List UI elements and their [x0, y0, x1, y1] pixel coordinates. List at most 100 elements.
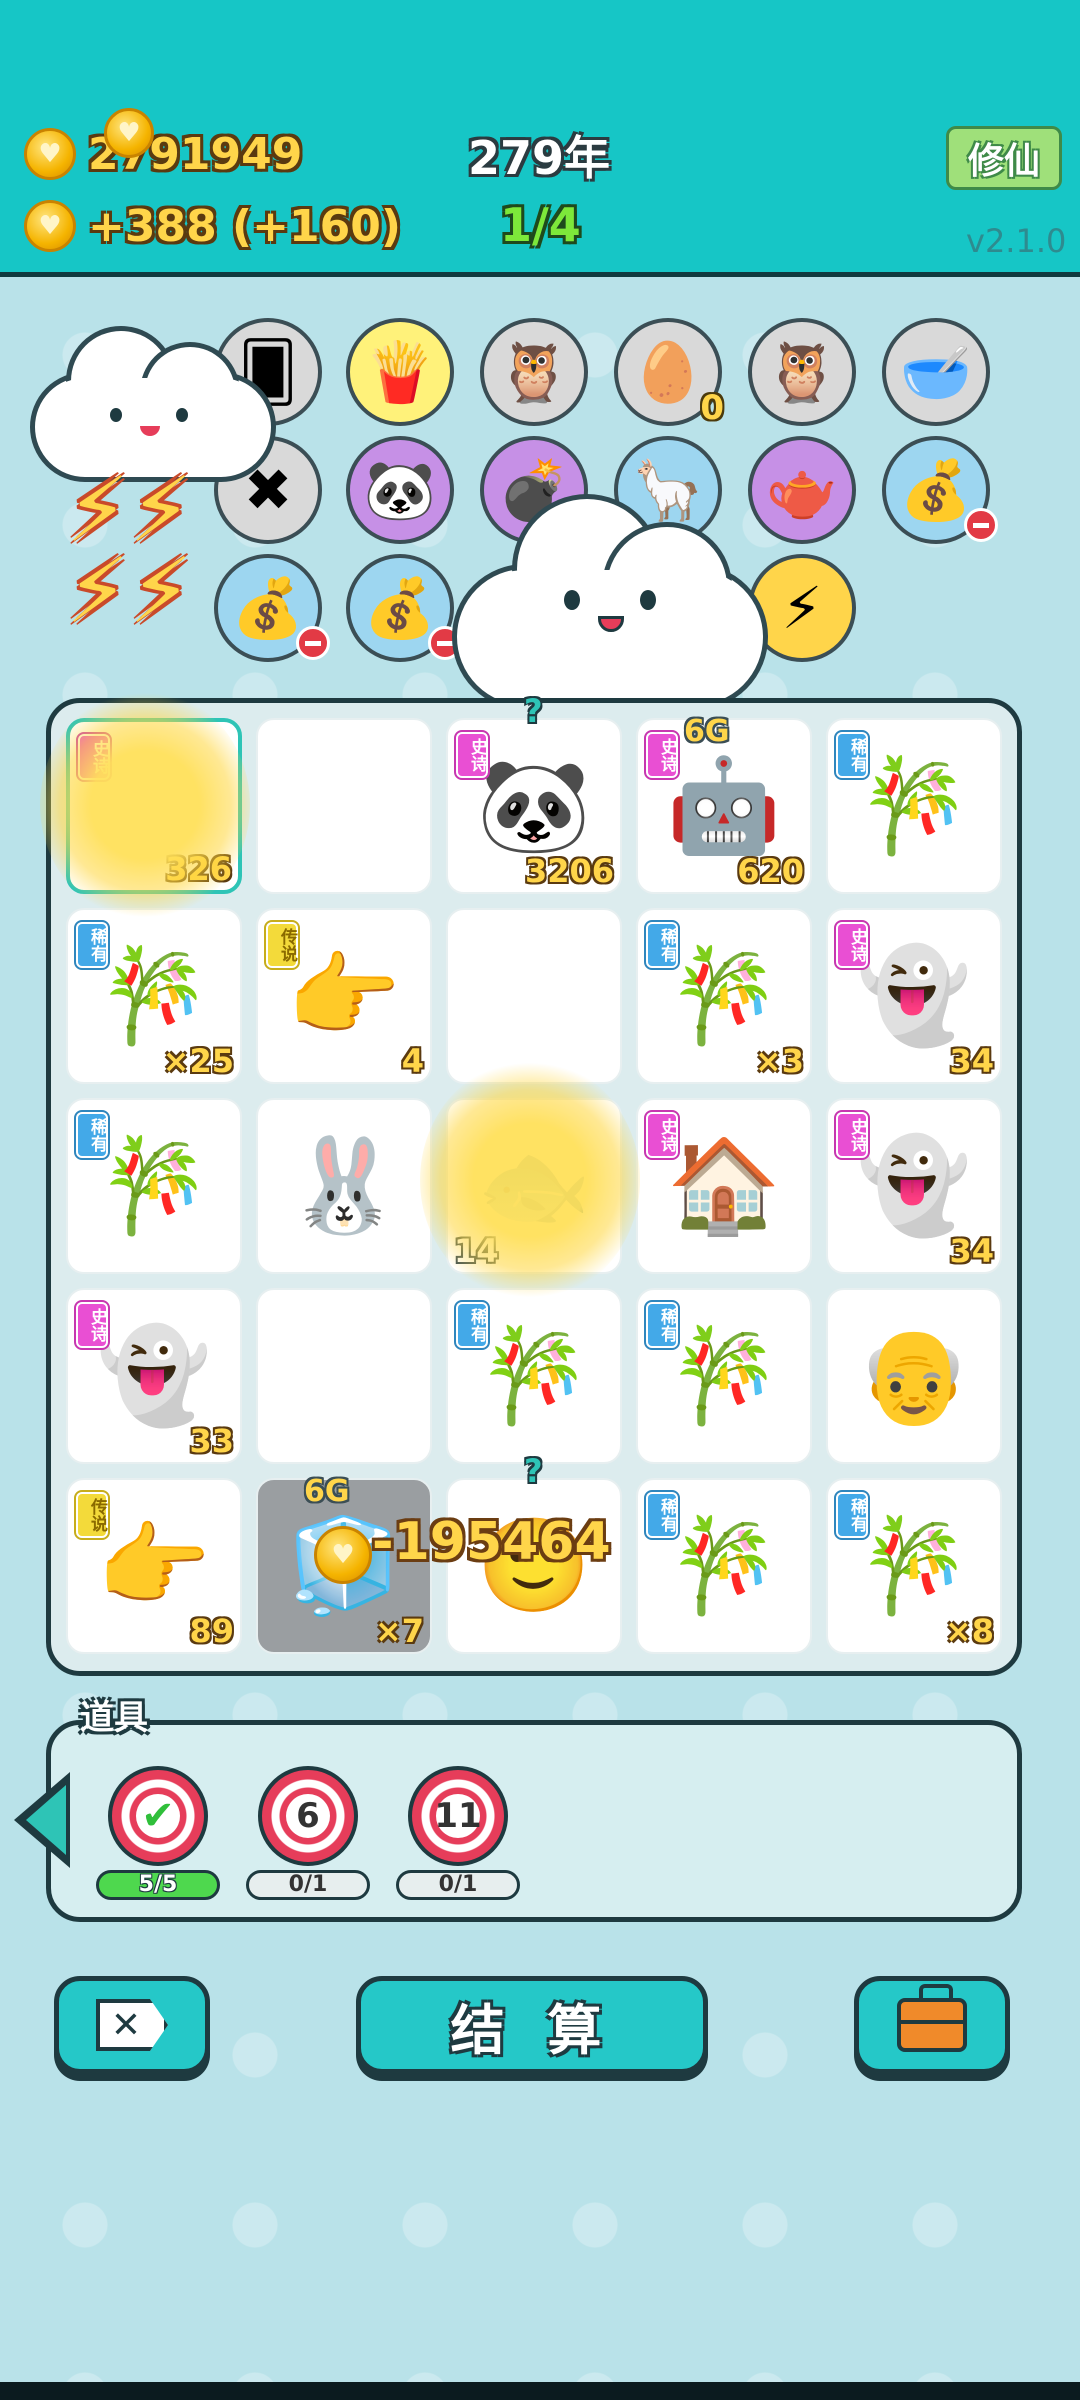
remove-badge-icon[interactable]	[296, 626, 330, 660]
unit-icon: 🎋	[96, 942, 212, 1049]
unit-icon: 👉	[96, 1512, 212, 1619]
grid-cell[interactable]: 史诗 👻 34	[826, 1098, 1002, 1274]
grid-cell[interactable]: 稀有 🎋	[446, 1288, 622, 1464]
unit-count: 4	[401, 1042, 424, 1080]
unit-count: 89	[189, 1612, 234, 1650]
tool-usage-count: 5/5	[96, 1870, 220, 1900]
grid-cell[interactable]: 👴	[826, 1288, 1002, 1464]
grid-cell[interactable]: 史诗 🤖 620 6G	[636, 714, 812, 894]
rarity-tag: 史诗	[644, 730, 680, 780]
settle-button[interactable]: 结 算	[356, 1976, 708, 2074]
unit-icon: 👴	[856, 1322, 972, 1429]
top-status-bar: ♥ 2791949 ♥ +388 (+160) 279年 1/4 修仙 v2.1…	[0, 0, 1080, 277]
unit-icon: 🎋	[666, 1512, 782, 1619]
tool-level-label: 11	[434, 1794, 482, 1838]
year-counter: 279年	[468, 131, 611, 185]
grid-cell[interactable]: 稀有 🎋	[636, 1288, 812, 1464]
briefcase-icon	[897, 1984, 967, 2052]
tool-usage-count: 0/1	[246, 1870, 370, 1900]
xiuxian-button[interactable]: 修仙	[946, 126, 1062, 190]
unit-count: ×25	[162, 1042, 234, 1080]
grid-cell[interactable]	[256, 718, 432, 894]
gold-coin-icon: ♥	[24, 200, 76, 252]
unit-icon: 👉	[286, 942, 402, 1049]
lightning-icon: ⚡	[781, 574, 823, 642]
question-mark-icon: ?	[524, 1452, 543, 1490]
grid-cell[interactable]: 史诗 👻 34	[826, 908, 1002, 1084]
grid-cell[interactable]: 史诗 🏠	[636, 1098, 812, 1274]
unit-icon: 🎋	[856, 752, 972, 859]
backpack-button[interactable]	[854, 1976, 1010, 2074]
rarity-tag: 史诗	[834, 920, 870, 970]
rarity-tag: 稀有	[834, 1490, 870, 1540]
fries-icon: 🍟	[363, 337, 437, 406]
grid-cell[interactable]: 稀有 🎋 ×3	[636, 908, 812, 1084]
question-mark-icon: ?	[524, 692, 543, 730]
shelf-item-panda[interactable]: 🐼	[346, 436, 454, 544]
tool-usage-count: 0/1	[396, 1870, 520, 1900]
settle-label: 结 算	[450, 1998, 614, 2062]
unit-icon: 👻	[96, 1322, 212, 1429]
rarity-tag: 稀有	[74, 1110, 110, 1160]
unit-icon: 👻	[856, 942, 972, 1049]
gold-total-row: ♥ 2791949	[24, 128, 302, 180]
grid-cell[interactable]: 稀有 🎋 ×8	[826, 1478, 1002, 1654]
shelf-item-owl-glasses[interactable]: 🦉	[480, 318, 588, 426]
rarity-tag: 传说	[264, 920, 300, 970]
tool-target-button[interactable]: ✔	[108, 1766, 208, 1866]
rarity-tag: 史诗	[834, 1110, 870, 1160]
shelf-item-fries[interactable]: 🍟	[346, 318, 454, 426]
pet-bowl-icon: 🥣	[899, 337, 973, 406]
unit-icon: 🐼	[476, 752, 592, 859]
shelf-item-egg-tray[interactable]: 🥚 0	[614, 318, 724, 428]
unit-count: ×7	[374, 1612, 424, 1650]
sack-icon: 💰	[899, 455, 973, 524]
tool-target-button[interactable]: 11	[408, 1766, 508, 1866]
rarity-tag: 稀有	[454, 1300, 490, 1350]
grid-cell[interactable]: 🐰	[256, 1098, 432, 1274]
unit-count: 33	[189, 1422, 234, 1460]
rarity-tag: 史诗	[74, 1300, 110, 1350]
cloud-mascot-large	[452, 494, 768, 710]
grid-cell[interactable]: 稀有 🎋 ×25	[66, 908, 242, 1084]
shelf-item-pet-bowl[interactable]: 🥣	[882, 318, 990, 426]
level-badge: 6G	[304, 1474, 350, 1509]
grid-cell[interactable]	[446, 908, 622, 1084]
grid-cell[interactable]: 稀有 🎋	[66, 1098, 242, 1274]
grid-cell[interactable]: 传说 👉 4	[256, 908, 432, 1084]
unit-count: 34	[949, 1042, 994, 1080]
stage-progress: 1/4	[500, 198, 581, 252]
level-badge: 6G	[684, 714, 730, 749]
checkmark-icon: ✔	[136, 1793, 180, 1839]
tool-target-button[interactable]: 6	[258, 1766, 358, 1866]
delete-button[interactable]: ✕	[54, 1976, 210, 2074]
gold-rate-row: ♥ +388 (+160)	[24, 200, 401, 252]
shelf-item-sack-3[interactable]: 💰	[346, 554, 462, 662]
remove-badge-icon[interactable]	[964, 508, 998, 542]
grid-cell[interactable]: 史诗 🐼 3206?	[446, 692, 622, 894]
gold-coin-icon: ♥	[24, 128, 76, 180]
unit-icon: 🎋	[856, 1512, 972, 1619]
grid-cell[interactable]: 传说 👉 89	[66, 1478, 242, 1654]
star-burst-effect	[420, 1060, 640, 1300]
grid-cell[interactable]: 稀有 🎋	[826, 718, 1002, 894]
unit-icon: 🎋	[476, 1322, 592, 1429]
delete-icon: ✕	[96, 1999, 168, 2051]
unit-count: ×3	[754, 1042, 804, 1080]
shelf-item-sack[interactable]: 💰	[882, 436, 998, 544]
unit-icon: 👻	[856, 1132, 972, 1239]
rarity-tag: 稀有	[644, 1300, 680, 1350]
grid-cell[interactable]: 稀有 🎋	[636, 1478, 812, 1654]
gravy-boat-icon: 🫖	[765, 455, 839, 524]
rarity-tag: 史诗	[644, 1110, 680, 1160]
rarity-tag: 传说	[74, 1490, 110, 1540]
unit-count: 620	[737, 852, 804, 890]
shelf-item-owl-glasses-2[interactable]: 🦉	[748, 318, 856, 426]
rarity-tag: 史诗	[454, 730, 490, 780]
grid-cell[interactable]: 史诗 👻 33	[66, 1288, 242, 1464]
grid-cell[interactable]	[256, 1288, 432, 1464]
rarity-tag: 稀有	[834, 730, 870, 780]
rarity-tag: 稀有	[644, 1490, 680, 1540]
rarity-tag: 稀有	[644, 920, 680, 970]
popup-coin-icon: ♥	[314, 1526, 372, 1584]
